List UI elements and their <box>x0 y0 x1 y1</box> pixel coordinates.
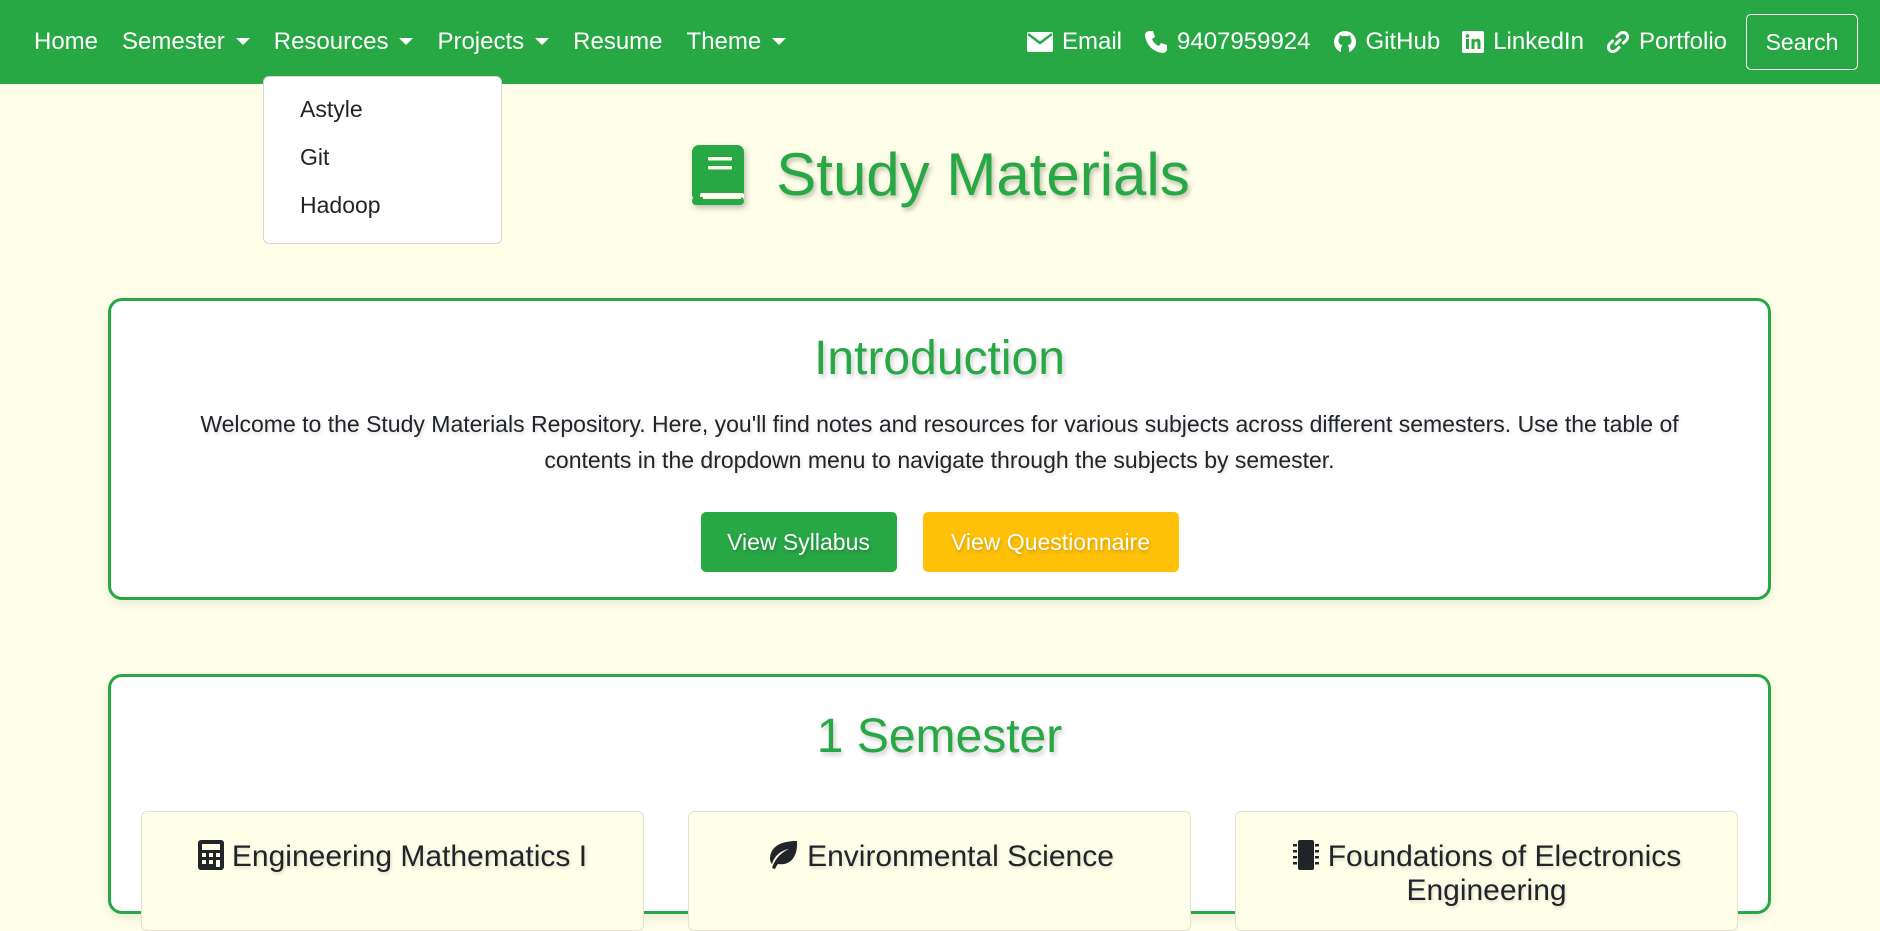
link-icon <box>1606 30 1629 54</box>
nav-github-label: GitHub <box>1365 28 1441 55</box>
introduction-text: Welcome to the Study Materials Repositor… <box>200 411 1679 473</box>
subject-card-environmental-science[interactable]: Environmental Science <box>688 811 1191 931</box>
nav-semester-dropdown[interactable]: Semester <box>110 0 262 84</box>
subject-card-engineering-mathematics[interactable]: Engineering Mathematics I <box>141 811 644 931</box>
leaf-icon <box>770 841 798 869</box>
nav-linkedin-label: LinkedIn <box>1493 28 1584 55</box>
view-syllabus-button[interactable]: View Syllabus <box>700 512 897 572</box>
envelope-icon <box>1027 32 1053 52</box>
nav-github-link[interactable]: GitHub <box>1322 28 1452 56</box>
nav-resume-label: Resume <box>573 28 663 55</box>
nav-portfolio-label: Portfolio <box>1638 28 1727 55</box>
page-header: Study Materials <box>0 140 1880 209</box>
subject-list: Engineering Mathematics I Environmental … <box>141 811 1738 931</box>
nav-phone-link[interactable]: 9407959924 <box>1133 28 1321 56</box>
dropdown-item-astyle[interactable]: Astyle <box>264 85 501 133</box>
caret-down-icon <box>235 37 250 45</box>
subject-name: Environmental Science <box>807 840 1114 873</box>
nav-theme-dropdown[interactable]: Theme <box>675 0 799 84</box>
caret-down-icon <box>399 37 414 45</box>
nav-portfolio-link[interactable]: Portfolio <box>1595 28 1738 56</box>
microchip-icon <box>1292 840 1319 870</box>
nav-home[interactable]: Home <box>22 0 110 84</box>
github-icon <box>1333 31 1356 53</box>
subject-name: Engineering Mathematics I <box>231 840 588 873</box>
nav-linkedin-link[interactable]: LinkedIn <box>1451 28 1595 56</box>
nav-theme-label: Theme <box>686 28 762 55</box>
navbar: Home Semester Resources Projects Resume … <box>0 0 1880 84</box>
phone-icon <box>1145 31 1168 53</box>
subject-card-foundations-of-electronics[interactable]: Foundations of Electronics Engineering <box>1235 811 1738 931</box>
caret-down-icon <box>535 37 550 45</box>
nav-resources-label: Resources <box>273 28 389 55</box>
nav-right: Email 9407959924 GitHub LinkedIn Portfol… <box>1016 14 1858 70</box>
search-button[interactable]: Search <box>1746 14 1858 70</box>
nav-home-label: Home <box>34 28 99 55</box>
nav-semester-label: Semester <box>122 28 225 55</box>
nav-projects-dropdown[interactable]: Projects <box>425 0 561 84</box>
view-syllabus-label: View Syllabus <box>727 528 870 555</box>
semester-heading: 1 Semester <box>816 710 1063 763</box>
linkedin-icon <box>1462 31 1485 53</box>
nav-left: Home Semester Resources Projects Resume … <box>22 0 798 84</box>
page-title: Study Materials <box>776 141 1190 208</box>
introduction-buttons: View Syllabus View Questionnaire <box>111 512 1768 572</box>
search-button-label: Search <box>1765 28 1839 55</box>
nav-resources-dropdown[interactable]: Resources <box>262 0 426 84</box>
view-questionnaire-button[interactable]: View Questionnaire <box>922 512 1179 572</box>
caret-down-icon <box>772 37 787 45</box>
nav-email-link[interactable]: Email <box>1016 28 1133 56</box>
introduction-card: Introduction Welcome to the Study Materi… <box>108 298 1771 600</box>
calculator-icon <box>197 840 224 870</box>
view-questionnaire-label: View Questionnaire <box>950 528 1151 555</box>
semester-1-card: 1 Semester Engineering Mathematics I Env… <box>108 674 1771 931</box>
book-icon <box>692 144 745 205</box>
nav-phone-label: 9407959924 <box>1177 28 1311 55</box>
nav-email-label: Email <box>1062 28 1123 55</box>
subject-name: Foundations of Electronics Engineering <box>1327 840 1682 907</box>
nav-resume[interactable]: Resume <box>561 0 674 84</box>
introduction-heading: Introduction <box>814 332 1065 385</box>
nav-projects-label: Projects <box>437 28 525 55</box>
